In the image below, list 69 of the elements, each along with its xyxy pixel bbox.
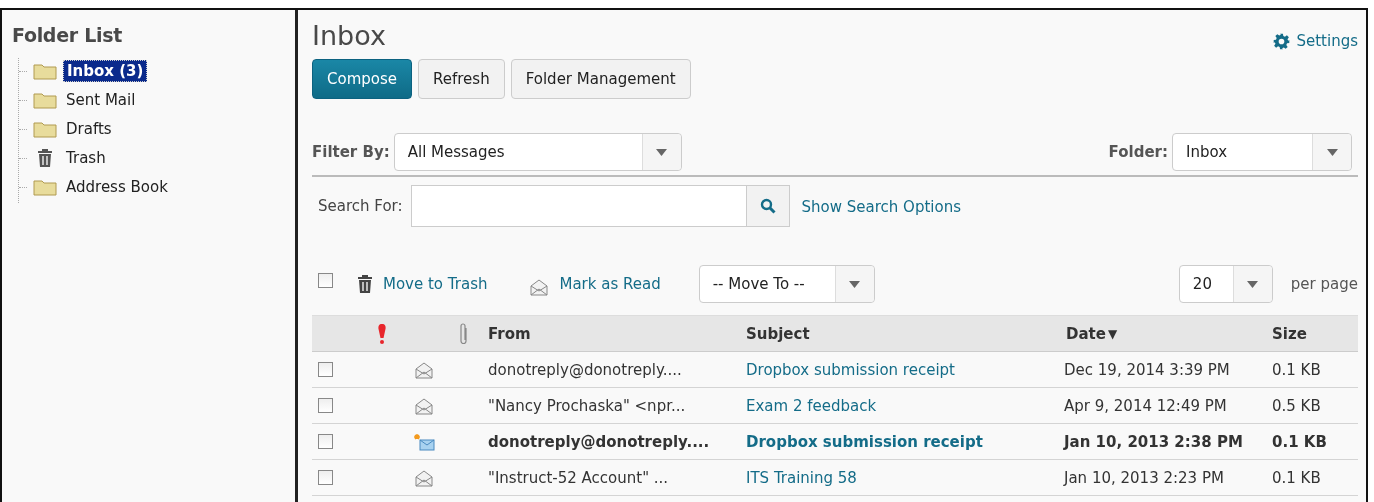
subject-link[interactable]: Dropbox submission receipt <box>742 360 1062 379</box>
size-cell-text: 0.5 KB <box>1271 396 1322 415</box>
search-label: Search For: <box>318 197 403 215</box>
caret-icon <box>1326 148 1338 156</box>
settings-icon <box>1273 32 1291 50</box>
search-options-link[interactable]: Show Search Options <box>801 197 961 216</box>
folder-item[interactable]: Sent Mail <box>63 90 139 110</box>
caret-icon <box>849 280 861 288</box>
subject-link[interactable]: Dropbox submission receipt <box>742 432 1062 451</box>
row-checkbox[interactable] <box>318 434 333 449</box>
column-header: Subject <box>745 324 810 343</box>
folder-icon <box>33 91 57 109</box>
column-header[interactable]: Date <box>1062 324 1106 343</box>
folder-item[interactable]: Address Book <box>63 177 171 197</box>
filter-label: Filter By: <box>312 143 390 161</box>
folder-item[interactable]: Inbox (3) <box>63 60 148 82</box>
mark-as-read-link[interactable]: Mark as Read <box>559 275 661 293</box>
subject-link[interactable]: ITS Training 58 <box>742 468 1062 487</box>
search-button[interactable] <box>745 185 790 227</box>
move-to-dropdown[interactable]: -- Move To -- <box>698 265 875 303</box>
per-page-label: per page <box>1290 275 1358 293</box>
size-cell-text: 0.1 KB <box>1271 468 1322 487</box>
folder-icon <box>33 62 57 80</box>
sidebar-title: Folder List <box>12 24 123 46</box>
folder-icon <box>33 120 57 138</box>
date-cell-text: Jan 10, 2013 2:38 PM <box>1062 432 1244 451</box>
toolbar-button[interactable]: Folder Management <box>510 59 691 99</box>
row-checkbox[interactable] <box>318 470 333 485</box>
compose-button[interactable]: Compose <box>312 59 412 99</box>
page-size-dropdown[interactable]: 20 <box>1178 265 1273 303</box>
column-header: From <box>487 324 531 343</box>
sender-cell-text: "Instruct-52 Account" ... <box>487 468 670 487</box>
envelope-icon <box>414 360 434 379</box>
trash-icon <box>357 274 373 294</box>
new-mail-icon <box>413 432 435 451</box>
caret-icon <box>1247 280 1259 288</box>
sort-indicator: ▼ <box>1107 326 1118 341</box>
priority-icon <box>377 322 387 345</box>
caret-icon <box>656 148 668 156</box>
sender-cell-text: donotreply@donotreply.... <box>487 360 683 379</box>
folder-label: Folder: <box>1108 143 1168 161</box>
envelope-icon <box>529 278 550 296</box>
settings-link[interactable]: Settings <box>1273 32 1358 50</box>
filter-dropdown[interactable]: All Messages <box>393 133 682 171</box>
trash-icon <box>37 148 53 168</box>
date-cell-text: Jan 10, 2013 2:23 PM <box>1062 468 1225 487</box>
page-title: Inbox <box>312 20 386 51</box>
size-cell-text: 0.1 KB <box>1271 360 1322 379</box>
sender-cell-text: "Nancy Prochaska" <npr... <box>487 396 687 415</box>
size-cell-text: 0.1 KB <box>1271 432 1328 451</box>
column-header: Size <box>1271 324 1307 343</box>
toolbar-button[interactable]: Refresh <box>418 59 505 99</box>
select-all-checkbox[interactable] <box>318 272 333 288</box>
search-field[interactable] <box>410 185 746 227</box>
envelope-icon <box>414 468 434 487</box>
attachment-icon <box>459 321 469 346</box>
row-checkbox[interactable] <box>318 362 333 377</box>
move-to-trash-link[interactable]: Move to Trash <box>383 275 488 293</box>
search-icon <box>759 198 776 214</box>
envelope-icon <box>414 396 434 415</box>
folder-item[interactable]: Drafts <box>63 119 115 139</box>
date-cell-text: Dec 19, 2014 3:39 PM <box>1063 360 1231 379</box>
row-checkbox[interactable] <box>318 398 333 413</box>
folder-item[interactable]: Trash <box>63 148 109 168</box>
date-cell-text: Apr 9, 2014 12:49 PM <box>1063 396 1228 415</box>
folder-dropdown[interactable]: Inbox <box>1172 133 1352 171</box>
sender-cell-text: donotreply@donotreply.... <box>487 432 711 451</box>
subject-link[interactable]: Exam 2 feedback <box>742 396 1062 415</box>
folder-icon <box>33 178 57 196</box>
